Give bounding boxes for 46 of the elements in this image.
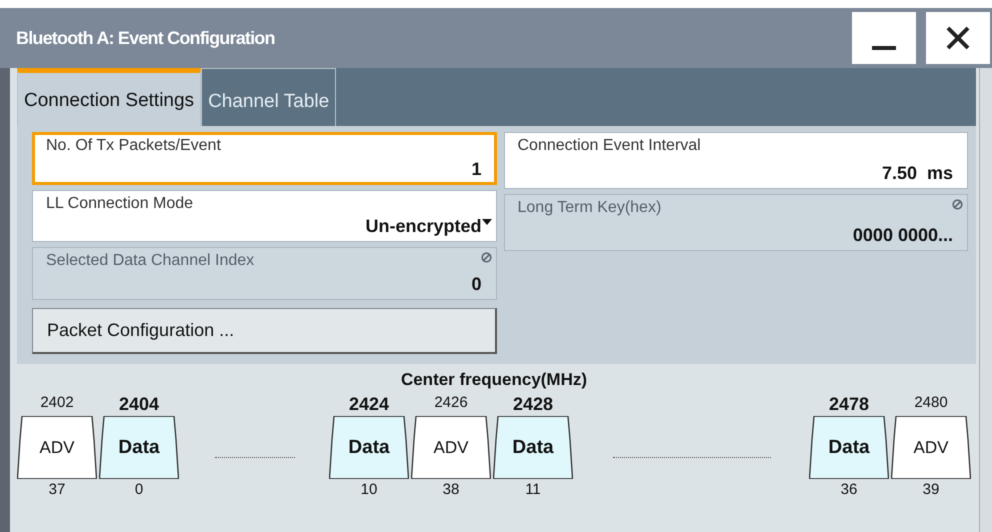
channel-index: 36 [840, 481, 858, 498]
minimize-button[interactable] [852, 12, 916, 64]
frequency-label: 2426 [434, 394, 468, 413]
packet-configuration-button[interactable]: Packet Configuration ... [32, 308, 496, 354]
field-value: 0 [471, 274, 482, 296]
field-label: Long Term Key(hex) [518, 199, 662, 217]
channel-block: ADV [17, 416, 97, 479]
frequency-label: 2478 [828, 394, 870, 416]
close-button[interactable] [926, 12, 990, 64]
channel-block: ADV [411, 416, 491, 479]
frequency-label: 2424 [348, 394, 390, 416]
frequency-label: 2428 [512, 394, 554, 416]
channel-index: 11 [525, 481, 541, 498]
channel-index: 0 [134, 481, 144, 498]
scrollbar[interactable] [979, 68, 992, 532]
field-value: 7.50 ms [882, 163, 953, 184]
field-label: LL Connection Mode [46, 194, 194, 213]
dropdown-field[interactable]: LL Connection Mode Un-encrypted [32, 190, 496, 242]
field-label: Connection Event Interval [518, 137, 702, 155]
channel-index: 38 [442, 481, 460, 498]
field-label: Selected Data Channel Index [46, 252, 256, 270]
channel-index: 37 [48, 481, 66, 498]
disabled-icon [480, 252, 492, 264]
window-title: Bluetooth A: Event Configuration [16, 28, 275, 48]
field-label: No. Of Tx Packets/Event [46, 137, 222, 155]
disabled-icon [952, 199, 963, 210]
channel-block: Data [809, 416, 889, 479]
minimize-icon [872, 46, 896, 50]
field-value: 0000 0000... [852, 225, 953, 246]
field-value: Un-encrypted [365, 216, 482, 238]
tab[interactable]: Connection Settings [17, 68, 202, 126]
channel-block: Data [99, 416, 179, 479]
chart-title: Center frequency(MHz) [400, 370, 588, 390]
channel-block: Data [329, 416, 409, 479]
caret-icon [482, 218, 492, 225]
channel-index: 10 [360, 481, 378, 498]
frequency-label: 2480 [914, 394, 948, 413]
field-value: 1 [471, 158, 482, 180]
tab[interactable]: Channel Table [201, 68, 336, 126]
channel-block: ADV [891, 416, 971, 479]
input-field[interactable]: Connection Event Interval 7.50 ms [504, 132, 968, 189]
input-field[interactable]: No. Of Tx Packets/Event 1 [32, 132, 496, 185]
channel-block: Data [493, 416, 573, 479]
frequency-label: 2404 [118, 394, 160, 416]
frequency-label: 2402 [40, 394, 74, 413]
channel-index: 39 [922, 481, 940, 498]
